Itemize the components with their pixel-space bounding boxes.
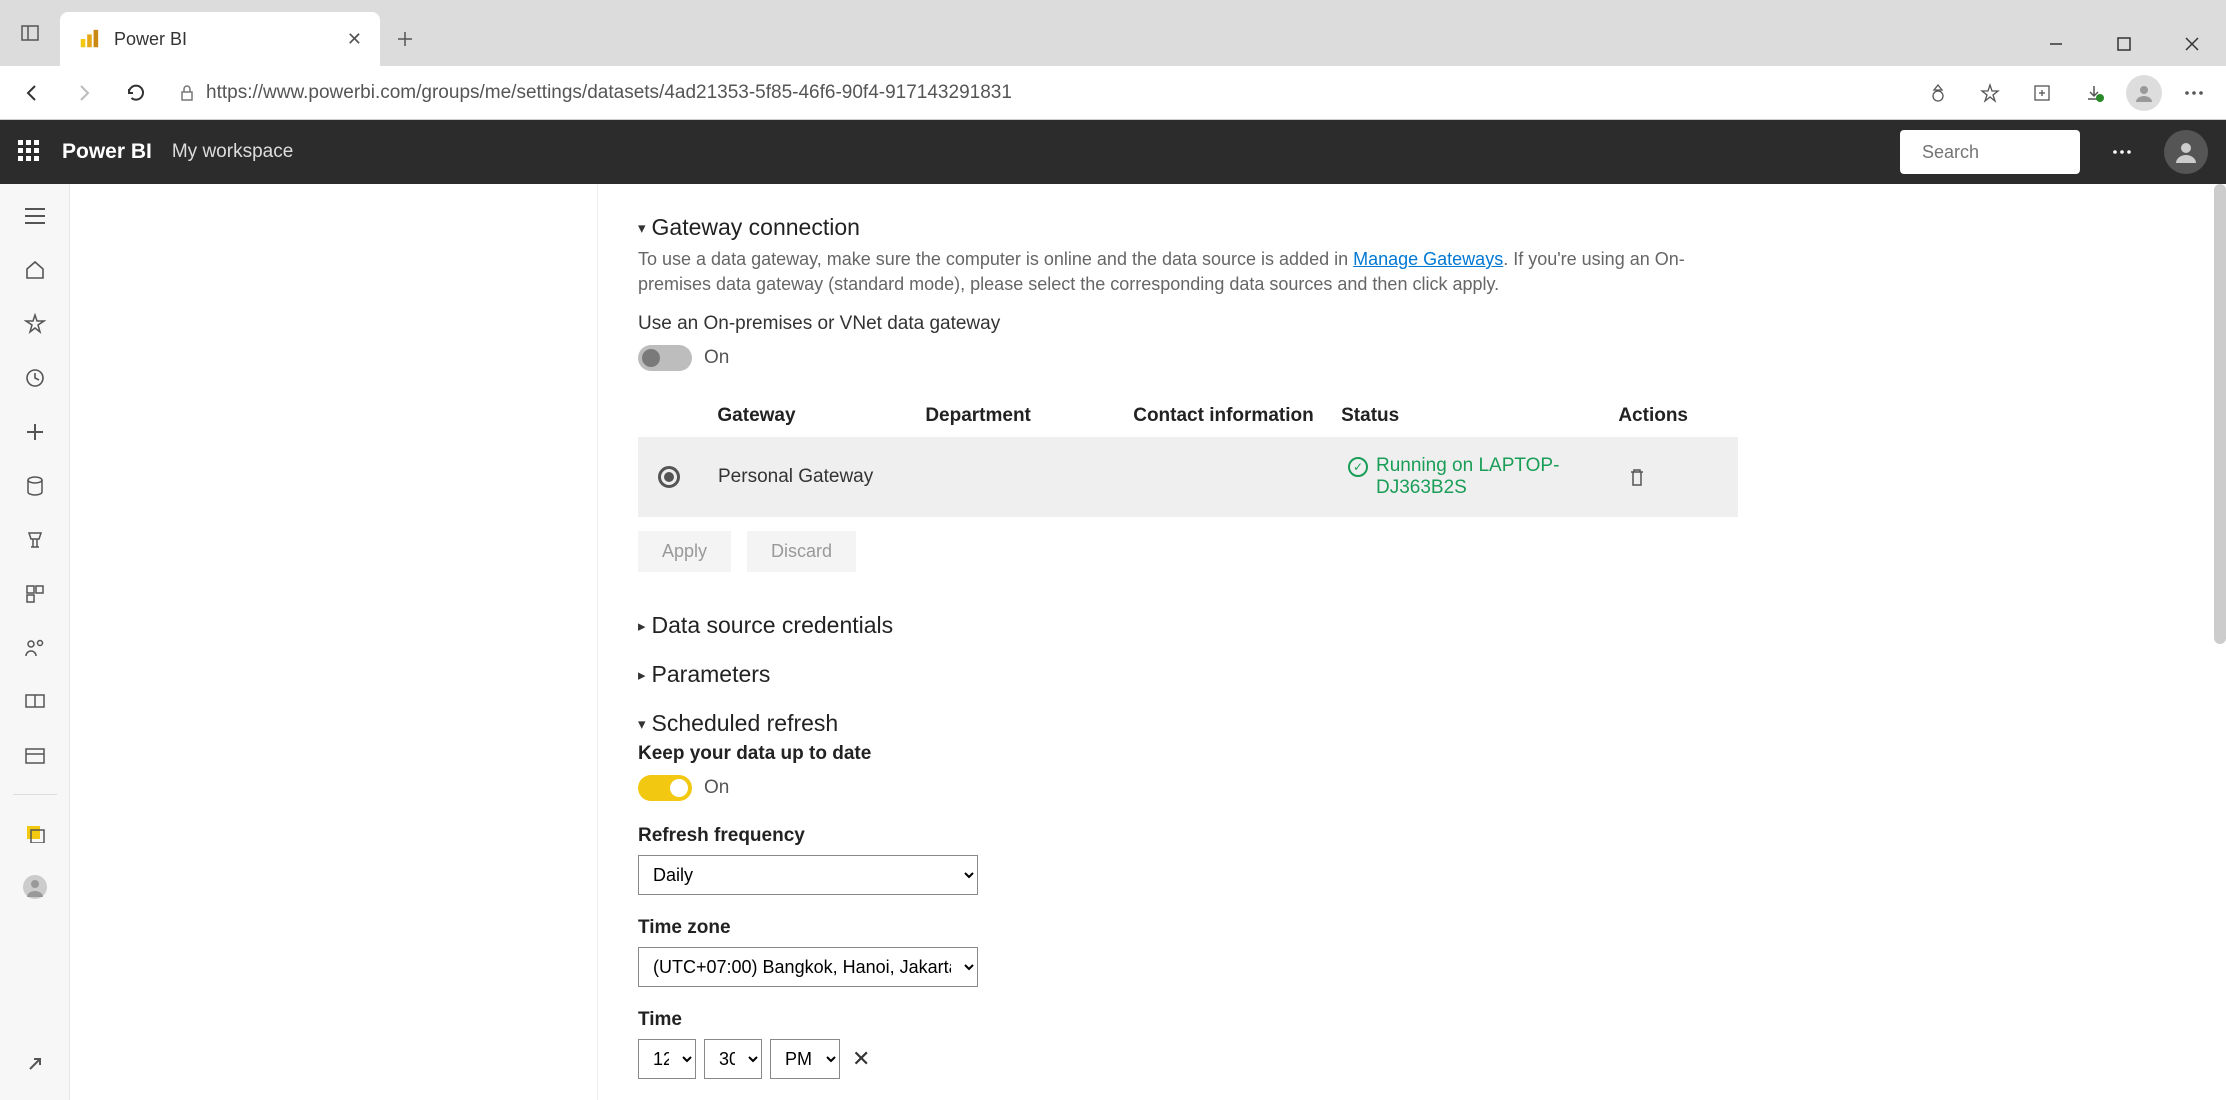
gateway-title: Gateway connection [652, 214, 860, 241]
tab-close-icon[interactable]: ✕ [347, 29, 362, 50]
tab-title: Power BI [114, 29, 333, 50]
col-department: Department [925, 405, 1133, 427]
profile-avatar-button[interactable] [2126, 75, 2162, 111]
gateway-table: Gateway Department Contact information S… [638, 395, 1738, 517]
col-status: Status [1341, 405, 1618, 427]
timezone-select[interactable]: (UTC+07:00) Bangkok, Hanoi, Jakarta [638, 947, 978, 987]
search-box[interactable] [1900, 130, 2080, 174]
rail-expand-icon[interactable] [11, 1040, 59, 1088]
col-actions: Actions [1618, 405, 1718, 427]
user-avatar-button[interactable] [2164, 130, 2208, 174]
caret-down-icon: ▾ [638, 715, 646, 733]
window-minimize-button[interactable] [2022, 22, 2090, 66]
rail-create-icon[interactable] [11, 408, 59, 456]
powerbi-favicon-icon [78, 28, 100, 50]
time-label: Time [638, 1009, 2186, 1031]
refresh-frequency-label: Refresh frequency [638, 825, 2186, 847]
caret-right-icon: ▸ [638, 617, 646, 635]
gateway-row[interactable]: Personal Gateway ✓ Running on LAPTOP-DJ3… [638, 437, 1738, 517]
manage-gateways-link[interactable]: Manage Gateways [1353, 249, 1503, 269]
scrollbar-thumb[interactable] [2214, 184, 2226, 644]
settings-pane: ▾ Gateway connection To use a data gatew… [598, 184, 2226, 1100]
parameters-section-header[interactable]: ▸ Parameters [638, 661, 2186, 688]
rail-apps-icon[interactable] [11, 570, 59, 618]
rail-favorites-icon[interactable] [11, 300, 59, 348]
datasource-section-header[interactable]: ▸ Data source credentials [638, 612, 2186, 639]
rail-hamburger-icon[interactable] [11, 192, 59, 240]
refresh-frequency-select[interactable]: Daily [638, 855, 978, 895]
col-contact: Contact information [1133, 405, 1341, 427]
time-hour-select[interactable]: 12 [638, 1039, 696, 1079]
rail-recent-icon[interactable] [11, 354, 59, 402]
tab-actions-button[interactable] [0, 0, 60, 66]
check-circle-icon: ✓ [1348, 457, 1368, 477]
discard-button[interactable]: Discard [747, 531, 856, 572]
browser-address-bar: https://www.powerbi.com/groups/me/settin… [0, 66, 2226, 120]
rail-my-workspace-icon[interactable] [11, 809, 59, 857]
caret-right-icon: ▸ [638, 666, 646, 684]
onprem-gateway-toggle[interactable] [638, 345, 692, 371]
onprem-toggle-state: On [704, 347, 729, 369]
rail-account-icon[interactable] [11, 863, 59, 911]
rail-learn-icon[interactable] [11, 678, 59, 726]
gateway-description: To use a data gateway, make sure the com… [638, 247, 1698, 297]
keep-data-toggle[interactable] [638, 775, 692, 801]
scheduled-refresh-header[interactable]: ▾ Scheduled refresh [638, 710, 2186, 737]
rail-shared-icon[interactable] [11, 624, 59, 672]
gateway-radio[interactable] [658, 466, 680, 488]
onprem-gateway-label: Use an On-premises or VNet data gateway [638, 313, 2186, 335]
remove-time-icon[interactable]: ✕ [852, 1046, 870, 1072]
timezone-label: Time zone [638, 917, 2186, 939]
delete-gateway-icon[interactable] [1628, 467, 1688, 487]
header-more-button[interactable] [2100, 130, 2144, 174]
rail-workspaces-icon[interactable] [11, 732, 59, 780]
gateway-name: Personal Gateway [718, 466, 928, 488]
time-minute-select[interactable]: 30 [704, 1039, 762, 1079]
keep-data-state: On [704, 777, 729, 799]
nav-back-button[interactable] [12, 73, 52, 113]
brand-label: Power BI [62, 140, 152, 164]
downloads-button[interactable] [2074, 73, 2114, 113]
app-launcher-icon[interactable] [18, 140, 42, 164]
nav-refresh-button[interactable] [116, 73, 156, 113]
rail-datasets-icon[interactable] [11, 462, 59, 510]
collections-button[interactable] [2022, 73, 2062, 113]
rail-home-icon[interactable] [11, 246, 59, 294]
gateway-status: ✓ Running on LAPTOP-DJ363B2S [1348, 455, 1628, 499]
time-ampm-select[interactable]: PM [770, 1039, 840, 1079]
address-field[interactable]: https://www.powerbi.com/groups/me/settin… [168, 82, 1906, 104]
gateway-section-header[interactable]: ▾ Gateway connection [638, 214, 2186, 241]
browser-tab[interactable]: Power BI ✕ [60, 12, 380, 66]
url-text: https://www.powerbi.com/groups/me/settin… [206, 82, 1012, 104]
window-maximize-button[interactable] [2090, 22, 2158, 66]
app-header: Power BI My workspace [0, 120, 2226, 184]
apply-button[interactable]: Apply [638, 531, 731, 572]
favorites-button[interactable] [1970, 73, 2010, 113]
new-tab-button[interactable] [380, 12, 430, 66]
nav-forward-button[interactable] [64, 73, 104, 113]
col-gateway: Gateway [717, 405, 925, 427]
keep-data-label: Keep your data up to date [638, 743, 2186, 765]
read-aloud-button[interactable] [1918, 73, 1958, 113]
browser-menu-button[interactable] [2174, 73, 2214, 113]
left-content-pane [70, 184, 598, 1100]
caret-down-icon: ▾ [638, 219, 646, 237]
browser-titlebar: Power BI ✕ [0, 0, 2226, 66]
lock-icon [178, 84, 196, 102]
workspace-label[interactable]: My workspace [172, 141, 293, 163]
left-nav-rail [0, 184, 70, 1100]
rail-goals-icon[interactable] [11, 516, 59, 564]
window-close-button[interactable] [2158, 22, 2226, 66]
